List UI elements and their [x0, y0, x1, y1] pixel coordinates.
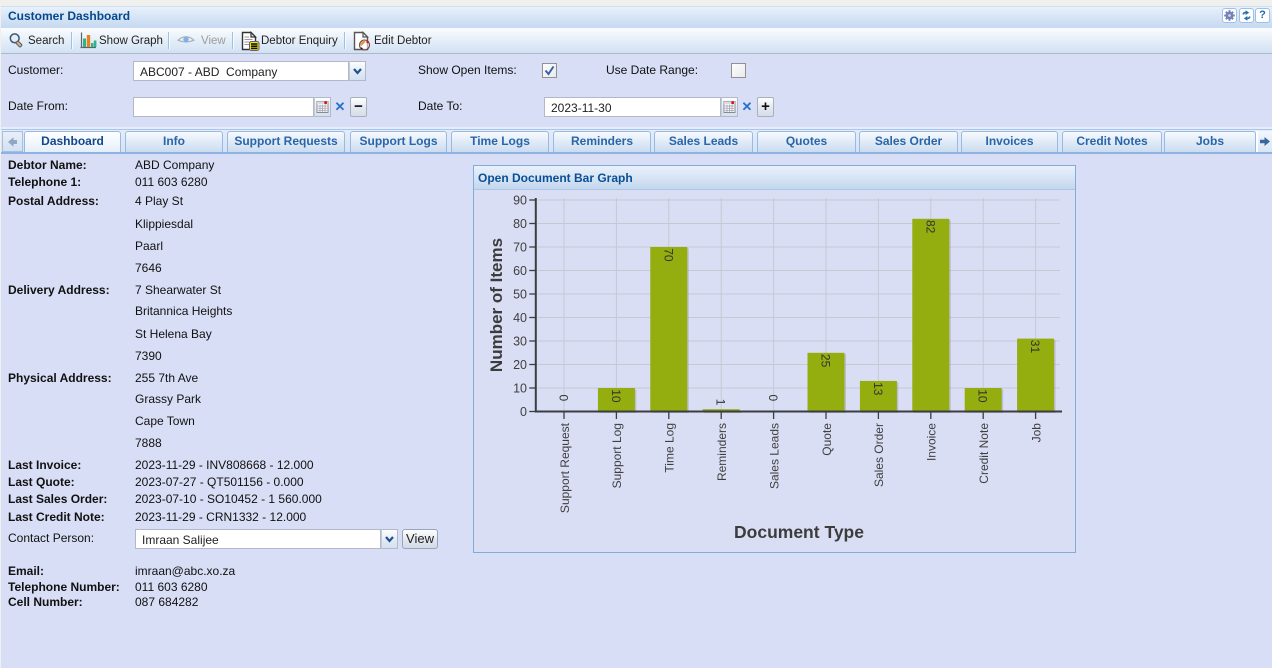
svg-text:13: 13: [871, 382, 885, 396]
svg-text:Document Type: Document Type: [734, 522, 864, 542]
svg-text:Time Log: Time Log: [663, 423, 677, 473]
svg-text:80: 80: [513, 217, 527, 231]
svg-text:Number of Items: Number of Items: [487, 238, 506, 372]
svg-text:10: 10: [976, 389, 990, 403]
svg-text:1: 1: [714, 399, 728, 406]
svg-text:0: 0: [766, 395, 780, 402]
svg-text:Quote: Quote: [820, 423, 834, 456]
svg-text:Support Request: Support Request: [558, 422, 572, 513]
svg-text:30: 30: [513, 335, 527, 349]
svg-text:Job: Job: [1029, 423, 1043, 443]
svg-text:10: 10: [513, 382, 527, 396]
svg-text:20: 20: [513, 358, 527, 372]
svg-text:0: 0: [520, 405, 527, 419]
svg-text:60: 60: [513, 264, 527, 278]
svg-text:25: 25: [819, 354, 833, 368]
svg-text:70: 70: [513, 241, 527, 255]
svg-text:Sales Order: Sales Order: [872, 423, 886, 487]
svg-text:Invoice: Invoice: [925, 423, 939, 461]
svg-text:10: 10: [609, 389, 623, 403]
svg-text:Reminders: Reminders: [715, 423, 729, 481]
svg-text:90: 90: [513, 194, 527, 208]
svg-text:Credit Note: Credit Note: [977, 423, 991, 484]
svg-text:70: 70: [661, 248, 675, 262]
svg-text:Support Log: Support Log: [610, 423, 624, 488]
svg-text:40: 40: [513, 311, 527, 325]
svg-text:50: 50: [513, 288, 527, 302]
svg-text:31: 31: [1028, 340, 1042, 354]
svg-text:0: 0: [557, 395, 571, 402]
svg-text:Sales Leads: Sales Leads: [767, 423, 781, 489]
svg-text:82: 82: [923, 220, 937, 234]
